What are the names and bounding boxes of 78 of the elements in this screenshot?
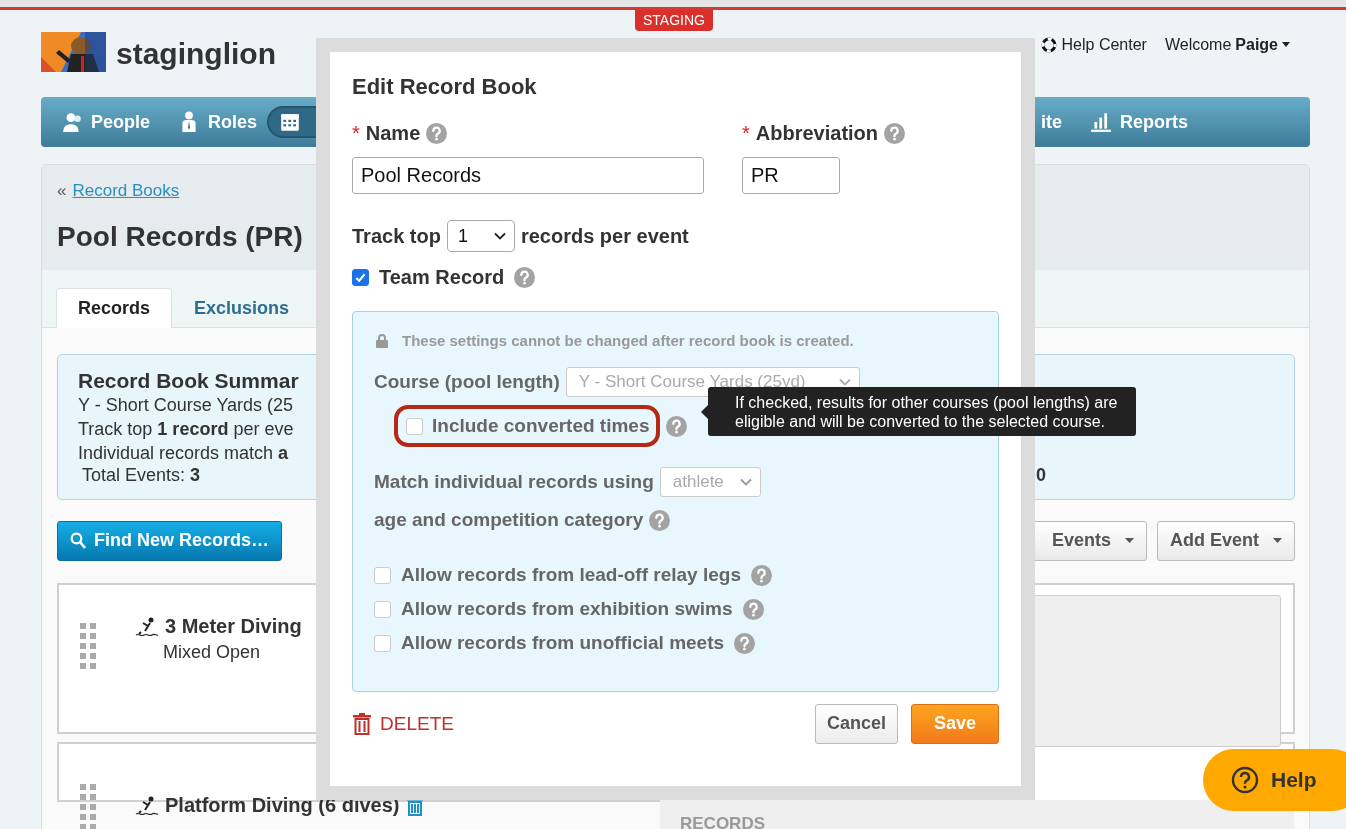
staging-badge: STAGING [635,10,713,31]
help-icon[interactable] [751,564,772,586]
checkbox-label: Include converted times [432,415,650,437]
event-name: 3 Meter Diving [165,615,302,638]
field-label: Match individual records using [374,471,654,493]
calendar-icon [279,111,302,133]
event-category: Mixed Open [163,642,262,663]
find-records-button[interactable]: Find New Records… [57,521,283,561]
drag-handle-icon[interactable] [79,623,97,671]
lock-icon [376,333,388,348]
checkbox-label: Allow records from exhibition swims [401,598,733,620]
checkbox[interactable] [374,566,391,584]
checkbox-label: Allow records from unofficial meets [401,632,725,654]
field-label: Course (pool length) [374,371,560,393]
locked-note: These settings cannot be changed after record book is created. [402,332,854,349]
help-button[interactable]: Help [1203,749,1346,811]
chevron-down-icon [739,478,752,486]
help-icon[interactable] [426,123,448,144]
trash-icon [352,713,372,735]
lifebuoy-icon [1040,36,1057,53]
breadcrumb-arrow: « [57,181,67,201]
help-icon [1231,766,1259,794]
checkbox[interactable] [374,634,391,652]
help-icon[interactable] [665,415,687,437]
site-name: staginglion [116,36,276,71]
delete-button[interactable]: DELETE [352,713,454,735]
help-icon[interactable] [734,632,756,654]
name-field[interactable]: Pool Records [352,157,704,194]
tooltip: If checked, results for other courses (pool lengths) are eligible and will be converted to the selected course. [701,387,1136,436]
nav-item[interactable]: ite [1040,111,1062,133]
nav-item[interactable]: People [61,111,151,133]
help-icon[interactable] [649,509,671,531]
checkbox-label: Allow records from lead-off relay legs [401,564,741,586]
drag-handle-icon[interactable] [79,784,97,829]
people-icon [61,111,83,133]
field-label: Name [365,122,421,145]
field-label: age and competition category [374,509,644,531]
help-center-link[interactable]: Help Center [1040,35,1147,54]
dialog-title: Edit Record Book [352,74,538,100]
tab[interactable]: Exclusions [172,288,312,328]
field-label: records per event [520,224,689,248]
bar-chart-icon [1090,111,1112,133]
help-icon[interactable] [884,123,906,144]
cancel-button[interactable]: Cancel [814,704,898,744]
add-event-button[interactable]: Add Event [1157,521,1295,561]
checkbox-label: Team Record [379,266,505,289]
abbreviation-field[interactable]: PR [742,157,840,194]
chevron-down-icon [838,378,851,386]
summary-line: Individual records match a [78,442,289,465]
checkbox[interactable] [352,269,369,286]
diver-icon [135,615,159,638]
page-title: Pool Records (PR) [57,221,303,253]
required-mark: * [742,122,750,145]
checkbox[interactable] [406,417,423,435]
nav-item[interactable]: Roles [178,111,258,133]
summary-title: Record Book Summar [78,369,299,393]
field-label: Abbreviation [755,122,879,145]
summary-line: Track top 1 record per eve [78,418,294,441]
tab[interactable]: Records [56,288,173,328]
help-icon[interactable] [742,598,764,620]
chevron-down-icon [493,232,506,240]
checkbox[interactable] [374,600,391,618]
caret-icon [1125,538,1134,543]
nav-item[interactable]: Reports [1090,111,1188,133]
total-events: Total Events: 3 [82,465,201,486]
records-heading: RECORDS [680,814,765,829]
required-mark: * [352,122,360,145]
diver-icon [135,794,159,817]
search-icon [70,531,86,550]
help-icon[interactable] [514,267,536,288]
breadcrumb-link[interactable]: Record Books [72,181,180,201]
user-menu[interactable]: Welcome Paige [1164,35,1290,54]
count-dropdown[interactable]: 1 [446,220,515,252]
caret-icon [1282,42,1290,47]
summary-line: Y - Short Course Yards (25 [78,394,294,417]
field-label: Track top [352,224,441,248]
summary-value: 0 [1036,465,1046,486]
caret-icon [1273,538,1282,543]
